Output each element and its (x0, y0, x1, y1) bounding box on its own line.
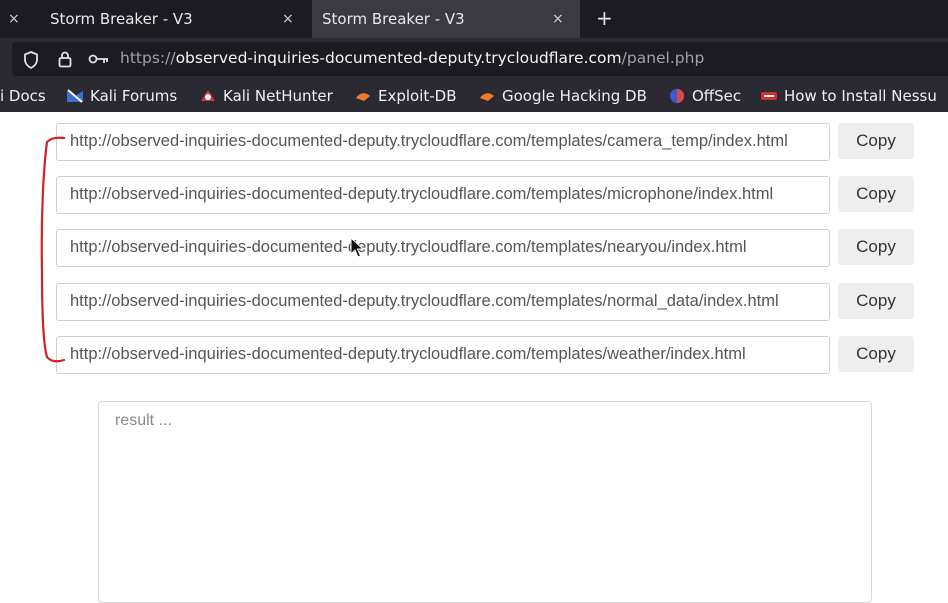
close-tab-icon[interactable]: × (8, 11, 20, 27)
link-row-nearyou: http://observed-inquiries-documented-dep… (56, 229, 926, 269)
nethunter-icon (201, 90, 215, 101)
result-textarea[interactable]: result ... (98, 401, 872, 603)
bookmark-kali-forums[interactable]: Kali Forums (66, 80, 177, 112)
new-tab-button[interactable]: + (596, 6, 613, 30)
bookmark-install-nessus[interactable]: How to Install Nessu (760, 80, 937, 112)
bookmark-google-hacking-db[interactable]: Google Hacking DB (478, 80, 647, 112)
shield-icon[interactable] (23, 51, 39, 69)
link-row-normal-data: http://observed-inquiries-documented-dep… (56, 283, 926, 323)
nessus-icon (761, 92, 777, 100)
link-url-weather[interactable]: http://observed-inquiries-documented-dep… (70, 342, 830, 366)
link-row-weather: http://observed-inquiries-documented-dep… (56, 336, 926, 376)
lock-icon[interactable] (58, 50, 72, 68)
tab-storm-breaker-2[interactable]: Storm Breaker - V3 × (312, 0, 580, 38)
copy-button-nearyou[interactable]: Copy (838, 229, 914, 265)
copy-button-normal-data[interactable]: Copy (838, 283, 914, 319)
key-icon[interactable] (88, 52, 110, 66)
url-text: https://observed-inquiries-documented-de… (120, 49, 705, 67)
copy-button-camera[interactable]: Copy (838, 123, 914, 159)
offsec-icon (670, 89, 684, 103)
close-tab-icon[interactable]: × (552, 11, 564, 27)
address-bar[interactable]: https://observed-inquiries-documented-de… (12, 42, 948, 76)
ghdb-icon (480, 93, 494, 101)
tab-storm-breaker-1[interactable]: × Storm Breaker - V3 × (0, 0, 312, 38)
bookmark-kali-nethunter[interactable]: Kali NetHunter (199, 80, 333, 112)
link-row-microphone: http://observed-inquiries-documented-dep… (56, 176, 926, 216)
link-url-microphone[interactable]: http://observed-inquiries-documented-dep… (70, 182, 830, 206)
link-row-camera: http://observed-inquiries-documented-dep… (56, 123, 926, 163)
link-url-nearyou[interactable]: http://observed-inquiries-documented-dep… (70, 235, 830, 259)
result-placeholder: result ... (115, 412, 172, 429)
close-tab-icon[interactable]: × (282, 11, 294, 27)
bookmark-kali-docs[interactable]: i Docs (0, 80, 46, 112)
tab-title: Storm Breaker - V3 (322, 10, 465, 28)
bookmark-exploit-db[interactable]: Exploit-DB (354, 80, 457, 112)
mouse-cursor-icon (350, 237, 365, 258)
exploit-db-icon (356, 93, 370, 101)
link-url-camera[interactable]: http://observed-inquiries-documented-dep… (70, 129, 830, 153)
copy-button-weather[interactable]: Copy (838, 336, 914, 372)
annotation-bracket (40, 136, 66, 363)
tab-title: Storm Breaker - V3 (50, 10, 193, 28)
copy-button-microphone[interactable]: Copy (838, 176, 914, 212)
navigation-toolbar: https://observed-inquiries-documented-de… (0, 38, 948, 80)
link-url-normal-data[interactable]: http://observed-inquiries-documented-dep… (70, 289, 830, 313)
bookmarks-toolbar: i Docs Kali Forums Kali NetHunter Exploi… (0, 80, 948, 112)
bookmark-offsec[interactable]: OffSec (668, 80, 741, 112)
kali-forums-icon (67, 89, 83, 103)
tab-strip: × Storm Breaker - V3 × Storm Breaker - V… (0, 0, 948, 38)
page-content: http://observed-inquiries-documented-dep… (0, 112, 948, 603)
